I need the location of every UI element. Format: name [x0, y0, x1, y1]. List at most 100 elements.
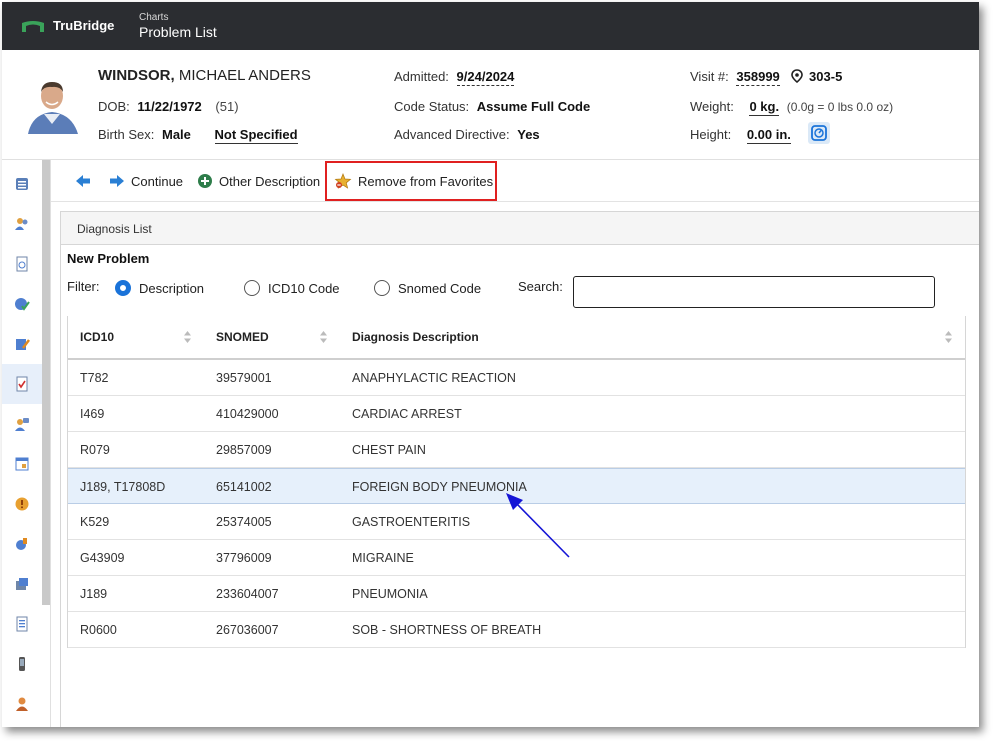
chart-edit-icon — [16, 339, 30, 350]
cell-snomed: 37796009 — [216, 551, 272, 565]
birth-sex-value: Male — [161, 127, 191, 142]
height-label: Height: — [690, 127, 732, 142]
table-row[interactable]: G43909 37796009 MIGRAINE — [68, 540, 965, 576]
other-description-label: Other Description — [219, 173, 321, 189]
continue-button[interactable]: Continue — [109, 170, 183, 192]
nav-divider — [50, 160, 51, 727]
medication-icon — [16, 578, 28, 590]
dob-value: 11/22/1972 — [137, 99, 202, 114]
table-row[interactable]: R0600 267036007 SOB - SHORTNESS OF BREAT… — [68, 612, 965, 648]
add-circle-icon — [198, 174, 212, 188]
cell-icd10: I469 — [80, 407, 105, 421]
lab-icon — [16, 538, 27, 550]
table-row[interactable]: J189 233604007 PNEUMONIA — [68, 576, 965, 612]
filter-snomed-radio[interactable]: Snomed Code — [374, 279, 481, 297]
device-icon — [19, 657, 25, 671]
sort-icon[interactable] — [183, 330, 192, 344]
sort-icon[interactable] — [944, 330, 953, 344]
filter-description-radio[interactable]: Description — [115, 279, 204, 297]
admitted-value[interactable]: 9/24/2024 — [456, 69, 515, 86]
globe-check-icon — [15, 298, 30, 311]
nav-problem-list[interactable] — [2, 364, 42, 404]
other-description-button[interactable]: Other Description — [197, 170, 320, 192]
cell-icd10: K529 — [80, 515, 110, 529]
advanced-directive-value: Yes — [517, 127, 540, 142]
trubridge-logo-icon — [22, 21, 44, 32]
diagnosis-list-header: Diagnosis List — [60, 211, 979, 245]
cell-description: ANAPHYLACTIC REACTION — [352, 371, 516, 385]
top-bar: TruBridge Charts Problem List — [2, 2, 979, 50]
nav-person[interactable] — [2, 684, 42, 724]
table-row[interactable]: K529 25374005 GASTROENTERITIS — [68, 504, 965, 540]
people-icon — [15, 218, 28, 230]
nav-calendar[interactable] — [2, 444, 42, 484]
sort-icon[interactable] — [319, 330, 328, 344]
nav-lab[interactable] — [2, 524, 42, 564]
room-value: 303-5 — [809, 69, 843, 84]
column-header-icd10[interactable]: ICD10 — [80, 330, 114, 344]
cell-icd10: J189, T17808D — [80, 480, 166, 494]
nav-scrollbar[interactable] — [42, 160, 50, 605]
search-input[interactable] — [573, 276, 935, 308]
table-row-selected[interactable]: J189, T17808D 65141002 FOREIGN BODY PNEU… — [68, 468, 965, 504]
cell-icd10: J189 — [80, 587, 108, 601]
person-chat-icon — [15, 418, 29, 431]
nav-database[interactable] — [2, 164, 42, 204]
filter-snomed-label: Snomed Code — [398, 280, 482, 296]
nav-person-chat[interactable] — [2, 404, 42, 444]
cell-icd10: R0600 — [80, 623, 117, 637]
cell-description: FOREIGN BODY PNEUMONIA — [352, 480, 527, 494]
height-value[interactable]: 0.00 in. — [746, 127, 791, 144]
nav-people[interactable] — [2, 204, 42, 244]
cell-snomed: 29857009 — [216, 443, 272, 457]
height-row: Height: 0.00 in. — [690, 127, 791, 144]
page-title: Problem List — [139, 24, 217, 40]
weight-label: Weight: — [690, 99, 734, 114]
scale-button[interactable] — [808, 122, 830, 144]
birth-sex-label: Birth Sex: — [98, 127, 155, 142]
nav-alert[interactable] — [2, 484, 42, 524]
search-label: Search: — [518, 279, 563, 294]
nav-document[interactable] — [2, 244, 42, 284]
code-status-label: Code Status: — [394, 99, 470, 114]
brand-name: TruBridge — [53, 18, 115, 33]
weight-note: (0.0g = 0 lbs 0.0 oz) — [786, 100, 894, 114]
radio-selected-icon — [115, 280, 131, 296]
advanced-directive-label: Advanced Directive: — [394, 127, 510, 142]
cell-snomed: 25374005 — [216, 515, 272, 529]
grid-header: ICD10 SNOMED Diagnosis Description — [68, 316, 965, 360]
app-window: TruBridge Charts Problem List WINDSOR, M… — [2, 2, 979, 727]
calendar-icon — [15, 457, 29, 471]
patient-banner: WINDSOR, MICHAEL ANDERS DOB: 11/22/1972 … — [2, 50, 979, 160]
cell-snomed: 65141002 — [216, 480, 272, 494]
radio-unselected-icon — [244, 280, 260, 296]
nav-medication[interactable] — [2, 564, 42, 604]
weight-value[interactable]: 0 kg. — [749, 99, 780, 116]
nav-notes[interactable] — [2, 604, 42, 644]
diagnosis-grid: ICD10 SNOMED Diagnosis Description T782 … — [67, 316, 966, 648]
table-row[interactable]: I469 410429000 CARDIAC ARREST — [68, 396, 965, 432]
visit-label: Visit #: — [690, 69, 729, 84]
cell-description: GASTROENTERITIS — [352, 515, 471, 529]
cell-icd10: R079 — [80, 443, 110, 457]
database-icon — [16, 178, 28, 190]
nav-globe-check[interactable] — [2, 284, 42, 324]
nav-chart-edit[interactable] — [2, 324, 42, 364]
back-button[interactable] — [75, 170, 97, 192]
column-header-snomed[interactable]: SNOMED — [216, 330, 269, 344]
person-icon — [16, 697, 28, 711]
scale-icon — [811, 125, 827, 141]
table-row[interactable]: R079 29857009 CHEST PAIN — [68, 432, 965, 468]
visit-number[interactable]: 358999 — [736, 69, 780, 86]
diagnosis-list-title: Diagnosis List — [77, 222, 152, 236]
column-header-description[interactable]: Diagnosis Description — [352, 330, 479, 344]
breadcrumb-section[interactable]: Charts — [139, 12, 168, 23]
cell-description: CHEST PAIN — [352, 443, 426, 457]
cell-description: CARDIAC ARREST — [352, 407, 462, 421]
table-row[interactable]: T782 39579001 ANAPHYLACTIC REACTION — [68, 360, 965, 396]
left-nav — [2, 160, 42, 727]
nav-device[interactable] — [2, 644, 42, 684]
annotation-highlight-box — [325, 161, 497, 201]
filter-icd10-radio[interactable]: ICD10 Code — [244, 279, 340, 297]
gender-identity-link[interactable]: Not Specified — [214, 127, 298, 144]
